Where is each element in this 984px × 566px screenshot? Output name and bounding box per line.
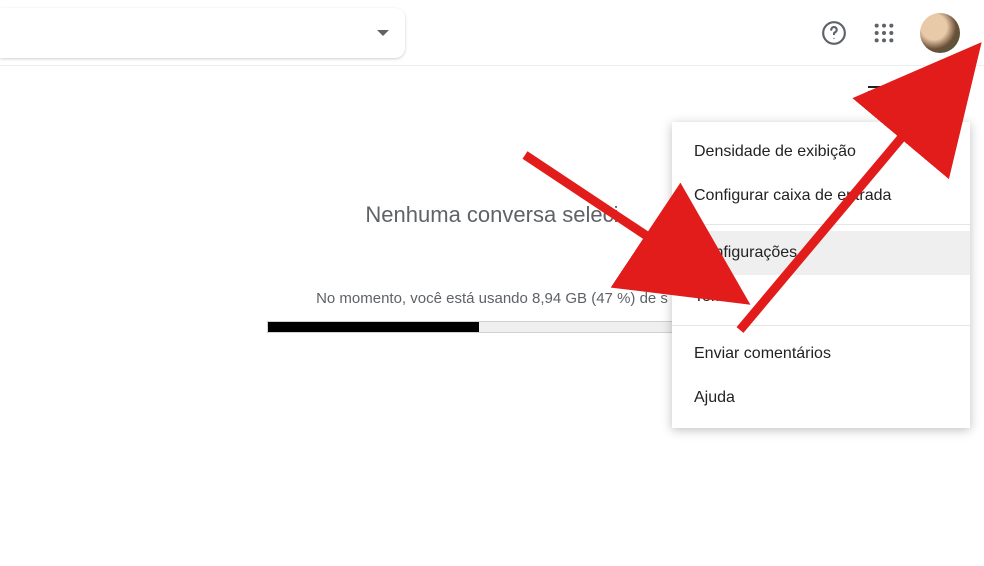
gear-icon [929, 82, 953, 106]
storage-progress-fill [268, 322, 479, 332]
apps-grid-icon[interactable] [870, 19, 898, 47]
menu-item-help[interactable]: Ajuda [672, 376, 970, 420]
avatar[interactable] [920, 13, 960, 53]
menu-item-display-density[interactable]: Densidade de exibição [672, 130, 970, 174]
top-bar [0, 0, 984, 66]
density-toggle[interactable] [868, 86, 900, 103]
menu-separator [672, 224, 970, 225]
settings-menu: Densidade de exibição Configurar caixa d… [672, 122, 970, 428]
menu-item-themes[interactable]: Temas [672, 275, 970, 319]
menu-item-settings[interactable]: Configurações [672, 231, 970, 275]
menu-item-configure-inbox[interactable]: Configurar caixa de entrada [672, 174, 970, 218]
settings-button[interactable] [918, 71, 964, 117]
density-icon [868, 86, 886, 103]
search-dropdown[interactable] [0, 8, 405, 58]
menu-item-send-feedback[interactable]: Enviar comentários [672, 332, 970, 376]
menu-separator [672, 325, 970, 326]
help-icon[interactable] [820, 19, 848, 47]
storage-progress [267, 321, 717, 333]
top-icons [820, 13, 960, 53]
chevron-down-icon [377, 30, 389, 36]
toolbar [0, 66, 984, 122]
chevron-down-icon [890, 92, 900, 97]
